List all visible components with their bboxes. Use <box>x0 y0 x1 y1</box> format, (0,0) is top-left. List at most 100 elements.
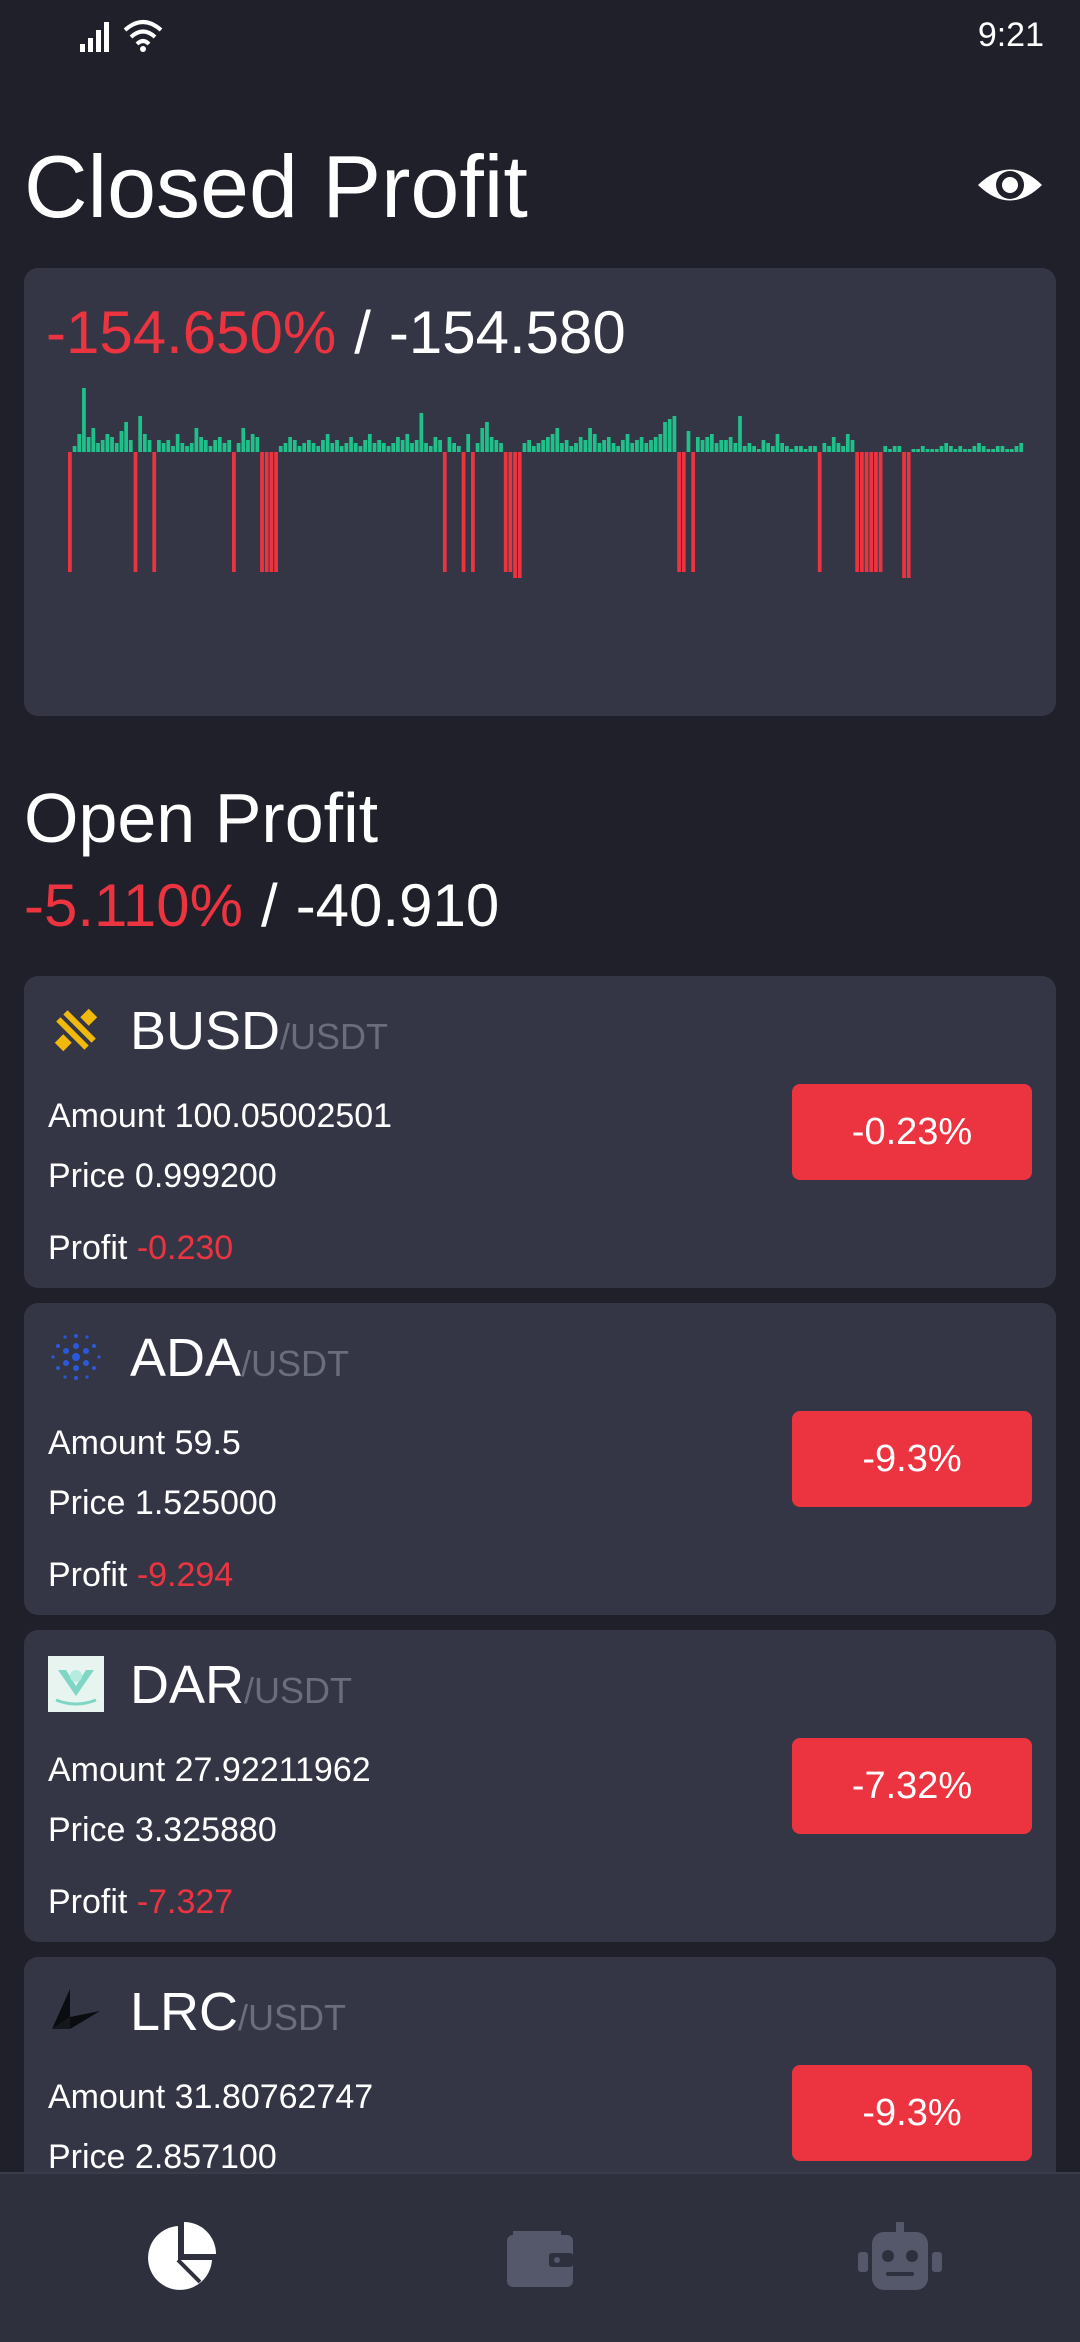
chart-bar-profit <box>424 443 428 452</box>
chart-bar-profit <box>597 443 602 452</box>
chart-bar-profit <box>339 446 344 452</box>
price-line: Price 2.857100 <box>48 2135 277 2172</box>
chart-bar-profit <box>756 449 761 452</box>
chart-bar-profit <box>794 446 799 452</box>
profit-percent-badge[interactable]: -9.3% <box>792 2065 1032 2161</box>
chart-bar-profit <box>316 446 321 452</box>
chart-bar-profit <box>166 440 171 452</box>
chart-bar-profit <box>208 446 213 452</box>
nav-item-statistics[interactable] <box>0 2174 360 2342</box>
chart-bar-loss <box>513 452 517 578</box>
status-time: 9:21 <box>977 16 1044 54</box>
nav-item-bot[interactable] <box>720 2174 1080 2342</box>
toggle-visibility-button[interactable] <box>970 150 1050 220</box>
chart-bar-loss <box>902 452 906 578</box>
chart-bar-profit <box>625 434 630 452</box>
profit-label: Profit <box>48 1229 128 1267</box>
chart-bar-profit <box>639 437 644 452</box>
closed-profit-values: -154.650% / -154.580 <box>46 298 626 368</box>
chart-bar-profit <box>686 431 691 452</box>
price-label: Price <box>48 1811 126 1849</box>
chart-bar-profit <box>161 443 166 452</box>
chart-bar-profit <box>963 449 967 452</box>
position-card-busd[interactable]: BUSD/USDT Amount 100.05002501 Price 0.99… <box>24 976 1056 1288</box>
chart-bar-profit <box>222 443 227 452</box>
lrc-icon <box>52 1989 100 2029</box>
profit-percent-badge[interactable]: -0.23% <box>792 1084 1032 1180</box>
profit-value: -0.230 <box>136 1229 234 1267</box>
price-value: 3.325880 <box>134 1811 277 1849</box>
chart-bar-profit <box>616 446 621 452</box>
chart-bar-profit <box>353 443 358 452</box>
chart-bar-loss <box>517 452 522 578</box>
chart-bar-profit <box>578 437 583 452</box>
chart-bar-profit <box>785 446 789 452</box>
chart-bar-profit <box>396 437 400 452</box>
chart-bar-profit <box>972 446 977 452</box>
price-line: Price 3.325880 <box>48 1808 277 1852</box>
dar-icon <box>48 1656 104 1712</box>
chart-bar-profit <box>742 446 747 452</box>
chart-bar-profit <box>920 446 925 452</box>
signal-icon <box>80 22 109 52</box>
position-card-lrc[interactable]: LRC/USDT Amount 31.80762747 Price 2.8571… <box>24 1957 1056 2172</box>
chart-bar-profit <box>180 443 185 452</box>
position-card-ada[interactable]: ADA/USDT Amount 59.5 Price 1.525000 Prof… <box>24 1303 1056 1615</box>
chart-bar-profit <box>203 440 208 452</box>
price-label: Price <box>48 2138 126 2172</box>
pair-base: DAR <box>130 1655 245 1715</box>
chart-bar-profit <box>602 440 606 452</box>
chart-bar-profit <box>606 437 611 452</box>
chart-bar-profit <box>850 440 855 452</box>
pair-quote: /USDT <box>244 1670 353 1711</box>
profit-percent-badge[interactable]: -7.32% <box>792 1738 1032 1834</box>
chart-bar-profit <box>255 437 260 452</box>
price-line: Price 0.999200 <box>48 1154 277 1198</box>
closed-profit-chart <box>68 388 1024 578</box>
open-profit-amount: -40.910 <box>295 872 500 939</box>
amount-label: Amount <box>48 2078 166 2116</box>
chart-bar-profit <box>72 446 77 452</box>
price-line: Price 1.525000 <box>48 1481 277 1525</box>
chart-bar-loss <box>133 452 138 572</box>
chart-bar-profit <box>114 443 119 452</box>
amount-label: Amount <box>48 1424 166 1462</box>
chart-bar-profit <box>635 440 639 452</box>
chart-bar-profit <box>546 437 550 452</box>
profit-label: Profit <box>48 1883 128 1921</box>
chart-bar-profit <box>344 443 349 452</box>
chart-bar-profit <box>480 428 485 452</box>
chart-bar-profit <box>419 413 424 452</box>
chart-bar-profit <box>128 440 133 452</box>
chart-bar-profit <box>705 437 710 452</box>
position-card-dar[interactable]: DAR/USDT Amount 27.92211962 Price 3.3258… <box>24 1630 1056 1942</box>
chart-bar-profit <box>1005 449 1009 452</box>
chart-bar-profit <box>456 446 461 452</box>
chart-bar-profit <box>236 443 241 452</box>
chart-bar-profit <box>283 443 288 452</box>
profit-percent-badge[interactable]: -9.3% <box>792 1411 1032 1507</box>
chart-bar-profit <box>564 440 569 452</box>
chart-bar-profit <box>799 446 803 452</box>
chart-bar-profit <box>967 449 972 452</box>
chart-bar-profit <box>710 434 714 452</box>
chart-bar-profit <box>588 428 592 452</box>
pair-label: LRC/USDT <box>130 1979 346 2051</box>
amount-value: 27.92211962 <box>174 1751 371 1789</box>
amount-line: Amount 27.92211962 <box>48 1748 371 1792</box>
chart-bar-loss <box>274 452 278 572</box>
chart-bar-profit <box>630 443 635 452</box>
chart-bar-profit <box>138 416 143 452</box>
chart-bar-profit <box>536 443 541 452</box>
profit-line: Profit -9.294 <box>48 1553 233 1597</box>
pair-label: ADA/USDT <box>130 1325 349 1397</box>
chart-bar-profit <box>845 434 850 452</box>
pair-label: DAR/USDT <box>130 1652 352 1724</box>
chart-bar-profit <box>695 437 700 452</box>
nav-item-wallet[interactable] <box>360 2174 720 2342</box>
chart-bar-profit <box>321 440 325 452</box>
chart-bar-loss <box>691 452 696 572</box>
positions-list[interactable]: BUSD/USDT Amount 100.05002501 Price 0.99… <box>24 976 1056 2172</box>
chart-bar-profit <box>714 443 719 452</box>
chart-bar-profit <box>175 434 180 452</box>
